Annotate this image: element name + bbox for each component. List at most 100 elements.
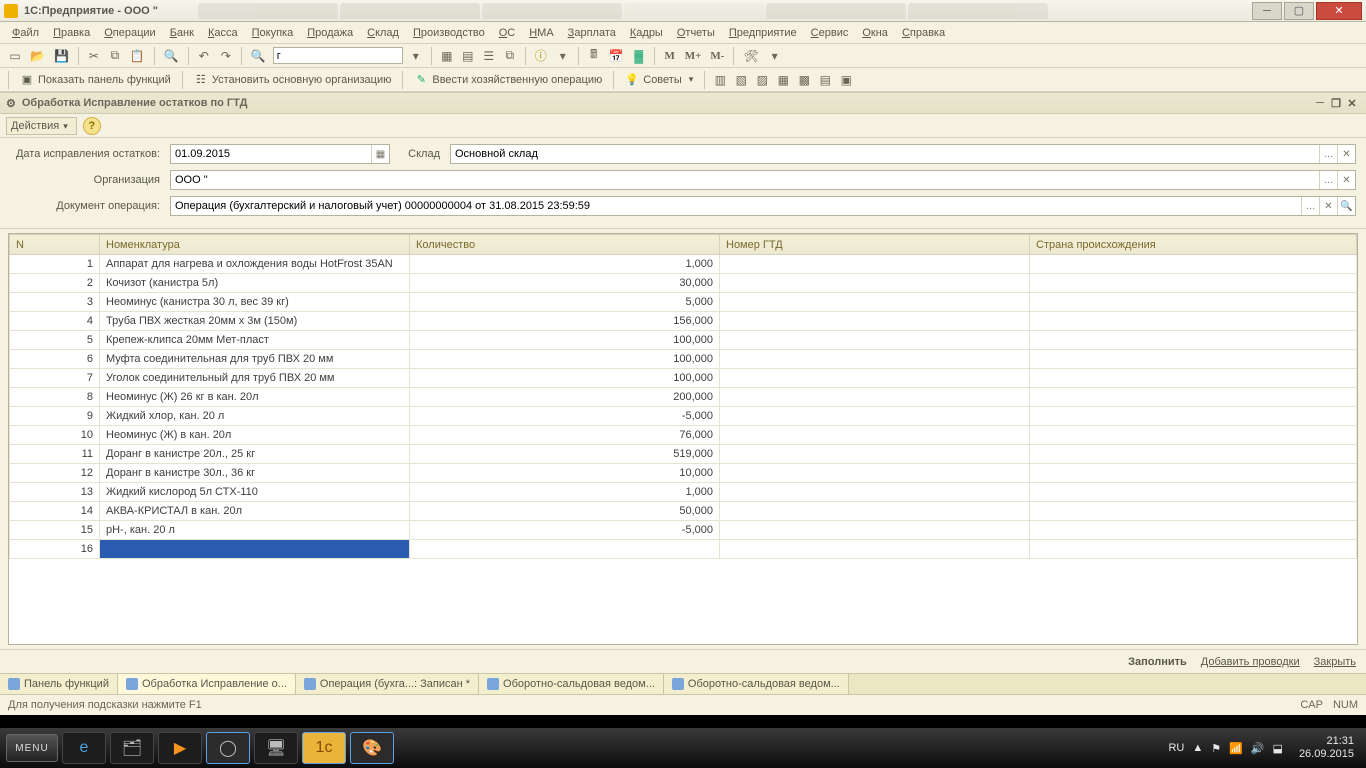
cell-nomenclature[interactable]: Жидкий кислород 5л СТХ-110 (100, 483, 410, 502)
org-clear-icon[interactable]: ✕ (1337, 171, 1355, 189)
cell-origin[interactable] (1030, 426, 1357, 445)
cell-origin[interactable] (1030, 540, 1357, 559)
search-dropdown-icon[interactable]: ▾ (407, 47, 425, 65)
table-row[interactable]: 15pH-, кан. 20 л-5,000 (10, 521, 1357, 540)
paste-icon[interactable]: 📋 (127, 47, 148, 65)
cell-origin[interactable] (1030, 312, 1357, 331)
cell-quantity[interactable]: 10,000 (410, 464, 720, 483)
m-plus-button[interactable]: М+ (682, 47, 705, 65)
set-org-button[interactable]: ☷Установить основную организацию (189, 71, 397, 89)
report5-icon[interactable]: ▩ (795, 71, 813, 89)
fill-button[interactable]: Заполнить (1128, 656, 1187, 668)
menu-item[interactable]: Предприятие (723, 24, 803, 42)
docop-input[interactable] (171, 197, 1301, 215)
new-doc-icon[interactable]: ▭ (6, 47, 24, 65)
col-nomenclature[interactable]: Номенклатура (100, 235, 410, 255)
cell-nomenclature[interactable]: Муфта соединительная для труб ПВХ 20 мм (100, 350, 410, 369)
close-form-button[interactable]: Закрыть (1314, 656, 1356, 668)
main-menu[interactable]: ФайлПравкаОперацииБанкКассаПокупкаПродаж… (0, 22, 1366, 44)
cell-nomenclature[interactable]: Уголок соединительный для труб ПВХ 20 мм (100, 369, 410, 388)
window-tabs[interactable]: Панель функцийОбработка Исправление о...… (0, 673, 1366, 695)
m-minus-button[interactable]: М- (707, 47, 727, 65)
window-tab[interactable]: Обработка Исправление о... (118, 674, 296, 694)
data-grid[interactable]: N Номенклатура Количество Номер ГТД Стра… (8, 233, 1358, 645)
cell-nomenclature[interactable]: Труба ПВХ жесткая 20мм х 3м (150м) (100, 312, 410, 331)
cell-nomenclature[interactable]: Неоминус (Ж) 26 кг в кан. 20л (100, 388, 410, 407)
add-postings-button[interactable]: Добавить проводки (1201, 656, 1300, 668)
cell-gtd[interactable] (720, 350, 1030, 369)
info-dd-icon[interactable]: ▾ (554, 47, 572, 65)
cell-nomenclature[interactable]: Неоминус (Ж) в кан. 20л (100, 426, 410, 445)
task-media-icon[interactable]: ▶ (158, 732, 202, 764)
actions-dropdown[interactable]: Действия (6, 117, 77, 135)
menu-item[interactable]: Окна (856, 24, 894, 42)
cell-gtd[interactable] (720, 369, 1030, 388)
redo-icon[interactable]: ↷ (217, 47, 235, 65)
cell-nomenclature[interactable]: Жидкий хлор, кан. 20 л (100, 407, 410, 426)
search-icon[interactable]: 🔍 (248, 47, 269, 65)
doc-minimize-icon[interactable]: ─ (1312, 97, 1328, 109)
cell-gtd[interactable] (720, 483, 1030, 502)
report7-icon[interactable]: ▣ (837, 71, 855, 89)
menu-item[interactable]: Банк (164, 24, 200, 42)
table-row[interactable]: 8Неоминус (Ж) 26 кг в кан. 20л200,000 (10, 388, 1357, 407)
menu-item[interactable]: Файл (6, 24, 45, 42)
advice-button[interactable]: 💡Советы▾ (620, 71, 698, 89)
undo-icon[interactable]: ↶ (195, 47, 213, 65)
cell-quantity[interactable]: 5,000 (410, 293, 720, 312)
tray-lang[interactable]: RU (1168, 742, 1184, 754)
open-icon[interactable]: 📂 (27, 47, 48, 65)
tools-icon[interactable]: 🛠 (740, 47, 761, 65)
cell-gtd[interactable] (720, 255, 1030, 274)
cell-origin[interactable] (1030, 331, 1357, 350)
menu-item[interactable]: НМА (523, 24, 559, 42)
cell-origin[interactable] (1030, 521, 1357, 540)
window-tab[interactable]: Панель функций (0, 674, 118, 694)
warehouse-clear-icon[interactable]: ✕ (1337, 145, 1355, 163)
menu-item[interactable]: Производство (407, 24, 491, 42)
cell-gtd[interactable] (720, 293, 1030, 312)
calendar-icon[interactable]: 📅 (606, 47, 627, 65)
cell-origin[interactable] (1030, 483, 1357, 502)
cell-origin[interactable] (1030, 464, 1357, 483)
cell-nomenclature[interactable]: Аппарат для нагрева и охлождения воды Ho… (100, 255, 410, 274)
window-tab[interactable]: Операция (бухга...: Записан * (296, 674, 479, 694)
cell-gtd[interactable] (720, 426, 1030, 445)
save-icon[interactable]: 💾 (51, 47, 72, 65)
warehouse-field[interactable]: … ✕ (450, 144, 1356, 164)
doc-close-icon[interactable]: ✕ (1344, 97, 1360, 110)
cell-nomenclature[interactable] (100, 540, 410, 559)
task-chrome-icon[interactable]: ◯ (206, 732, 250, 764)
menu-item[interactable]: Касса (202, 24, 244, 42)
cell-quantity[interactable]: 76,000 (410, 426, 720, 445)
org-picker-icon[interactable]: … (1319, 171, 1337, 189)
cell-quantity[interactable]: 1,000 (410, 255, 720, 274)
cell-quantity[interactable]: 156,000 (410, 312, 720, 331)
report2-icon[interactable]: ▧ (732, 71, 750, 89)
m-button[interactable]: М (661, 47, 679, 65)
menu-item[interactable]: Склад (361, 24, 405, 42)
doc-restore-icon[interactable]: ❐ (1328, 97, 1344, 110)
menu-item[interactable]: Зарплата (562, 24, 622, 42)
menu-item[interactable]: Операции (98, 24, 161, 42)
cell-quantity[interactable]: 100,000 (410, 331, 720, 350)
find-icon[interactable]: 🔍 (161, 47, 182, 65)
cell-origin[interactable] (1030, 350, 1357, 369)
calc-icon[interactable]: 🖩 (585, 47, 603, 65)
cell-nomenclature[interactable]: Неоминус (канистра 30 л, вес 39 кг) (100, 293, 410, 312)
copy-icon[interactable]: ⧉ (106, 47, 124, 65)
report3-icon[interactable]: ▨ (753, 71, 771, 89)
tray-misc-icon[interactable]: ⬓ (1273, 742, 1283, 755)
cell-gtd[interactable] (720, 521, 1030, 540)
table-row[interactable]: 11Доранг в канистре 20л., 25 кг519,000 (10, 445, 1357, 464)
task-explorer-icon[interactable]: 🗂 (110, 732, 154, 764)
cell-quantity[interactable]: -5,000 (410, 407, 720, 426)
cut-icon[interactable]: ✂ (85, 47, 103, 65)
cell-gtd[interactable] (720, 502, 1030, 521)
chart-icon[interactable]: ▓ (630, 47, 648, 65)
report6-icon[interactable]: ▤ (816, 71, 834, 89)
date-field[interactable]: ▦ (170, 144, 390, 164)
start-menu-button[interactable]: MENU (6, 734, 58, 762)
window-tab[interactable]: Оборотно-сальдовая ведом... (664, 674, 849, 694)
tray-flag-icon[interactable]: ⚑ (1211, 742, 1221, 755)
